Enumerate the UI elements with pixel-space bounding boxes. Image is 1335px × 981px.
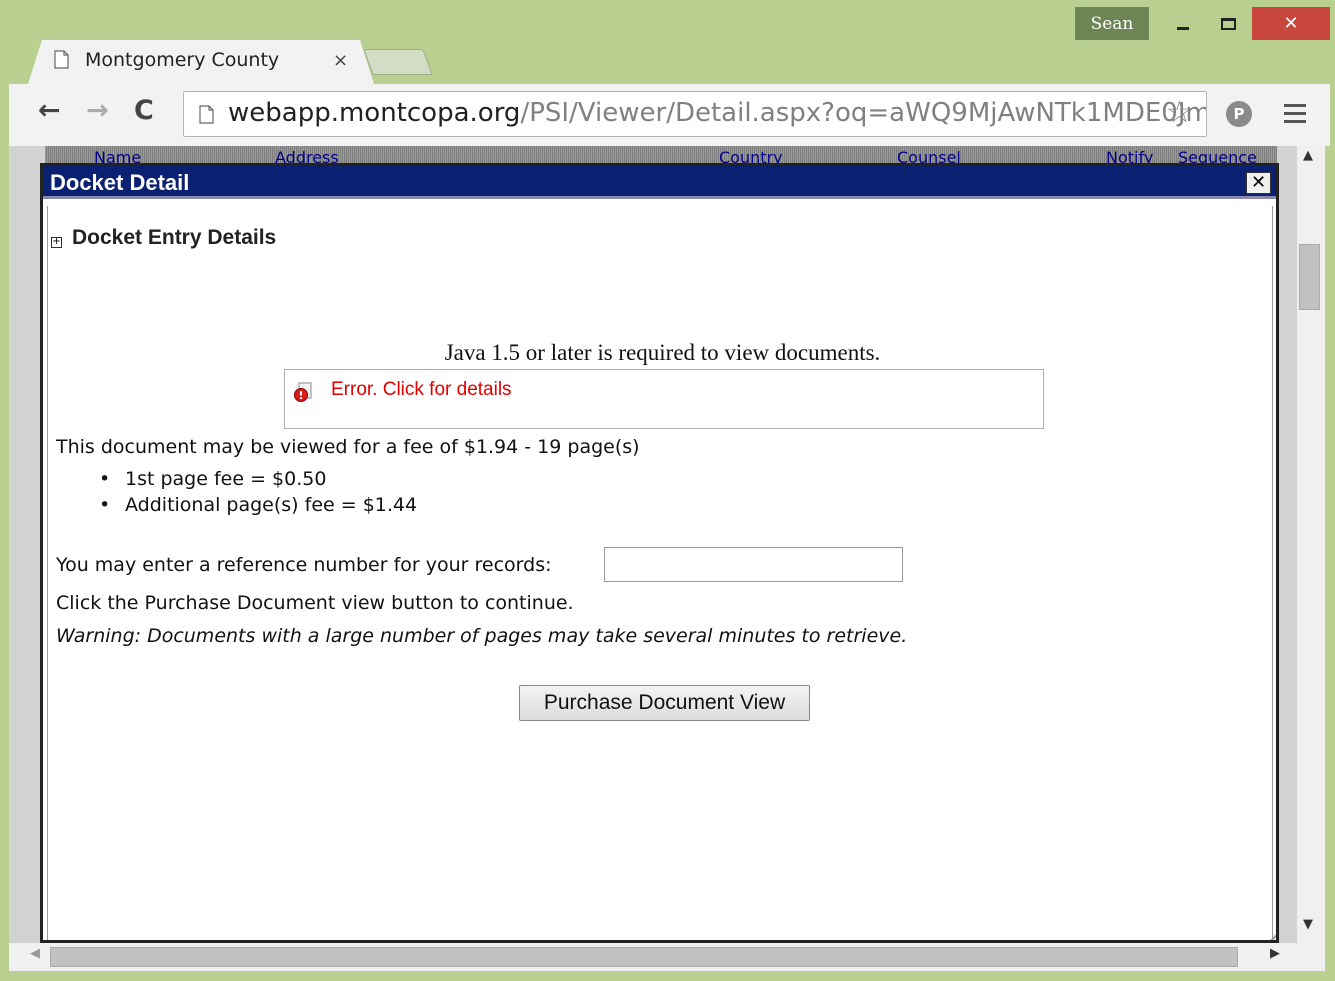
background-table-header: Name Address Country Counsel Notify Sequ… xyxy=(22,146,1288,167)
minimize-icon xyxy=(1177,27,1189,30)
reload-icon[interactable]: C xyxy=(134,95,154,126)
expand-icon[interactable]: + xyxy=(51,237,62,248)
close-icon: ✕ xyxy=(1250,172,1267,193)
maximize-button[interactable] xyxy=(1208,7,1248,40)
error-icon xyxy=(294,382,312,402)
reference-label: You may enter a reference number for you… xyxy=(56,554,552,576)
address-bar[interactable]: webapp.montcopa.org/PSI/Viewer/Detail.as… xyxy=(183,91,1207,137)
forward-arrow-icon[interactable]: → xyxy=(86,95,109,126)
scroll-right-icon[interactable]: ▶ xyxy=(1270,946,1280,961)
section-title[interactable]: Docket Entry Details xyxy=(72,226,276,250)
java-requirement-message: Java 1.5 or later is required to view do… xyxy=(444,340,881,365)
purchase-document-view-button[interactable]: Purchase Document View xyxy=(519,685,810,721)
vertical-scroll-thumb[interactable] xyxy=(1299,244,1320,310)
page-icon xyxy=(54,50,69,69)
menu-icon[interactable] xyxy=(1284,104,1306,128)
background-right-edge xyxy=(1277,146,1297,943)
dialog-close-button[interactable]: ✕ xyxy=(1246,172,1271,194)
list-item: 1st page fee = $0.50 xyxy=(99,468,417,494)
close-window-button[interactable]: ✕ xyxy=(1252,7,1330,40)
bookmark-star-icon[interactable]: ☆ xyxy=(1166,95,1193,130)
profile-button[interactable]: Sean xyxy=(1075,7,1149,40)
extension-icon[interactable]: P xyxy=(1226,101,1252,127)
fee-list: 1st page fee = $0.50 Additional page(s) … xyxy=(99,468,417,520)
horizontal-scroll-thumb[interactable] xyxy=(50,947,1238,967)
java-applet-area[interactable]: Error. Click for details xyxy=(284,369,1044,429)
warning-text: Warning: Documents with a large number o… xyxy=(56,625,908,647)
maximize-icon xyxy=(1220,17,1236,30)
minimize-button[interactable] xyxy=(1163,7,1203,40)
page-icon xyxy=(199,105,214,124)
close-icon: ✕ xyxy=(1283,13,1299,34)
new-tab-button[interactable] xyxy=(363,49,433,75)
reference-number-input[interactable] xyxy=(604,547,903,582)
tab-title: Montgomery County xyxy=(85,49,280,71)
url-text: webapp.montcopa.org/PSI/Viewer/Detail.as… xyxy=(228,98,1207,128)
scroll-up-icon[interactable]: ▲ xyxy=(1303,148,1313,163)
docket-detail-dialog: Docket Detail ✕ + Docket Entry Details J… xyxy=(40,163,1279,943)
scroll-left-icon[interactable]: ◀ xyxy=(30,946,40,961)
dialog-titlebar[interactable]: Docket Detail ✕ xyxy=(43,166,1276,199)
continue-instruction: Click the Purchase Document view button … xyxy=(56,592,574,614)
tab-close-icon[interactable]: × xyxy=(333,50,348,71)
url-path: /PSI/Viewer/Detail.aspx?oq=aWQ9MjAwNTk1M… xyxy=(520,98,1207,128)
url-host: webapp.montcopa.org xyxy=(228,98,521,128)
scroll-down-icon[interactable]: ▼ xyxy=(1303,917,1313,932)
error-link[interactable]: Error. Click for details xyxy=(331,379,512,401)
dialog-title: Docket Detail xyxy=(50,170,190,195)
list-item: Additional page(s) fee = $1.44 xyxy=(99,494,417,520)
fee-summary: This document may be viewed for a fee of… xyxy=(56,436,640,458)
back-arrow-icon[interactable]: ← xyxy=(38,95,61,126)
